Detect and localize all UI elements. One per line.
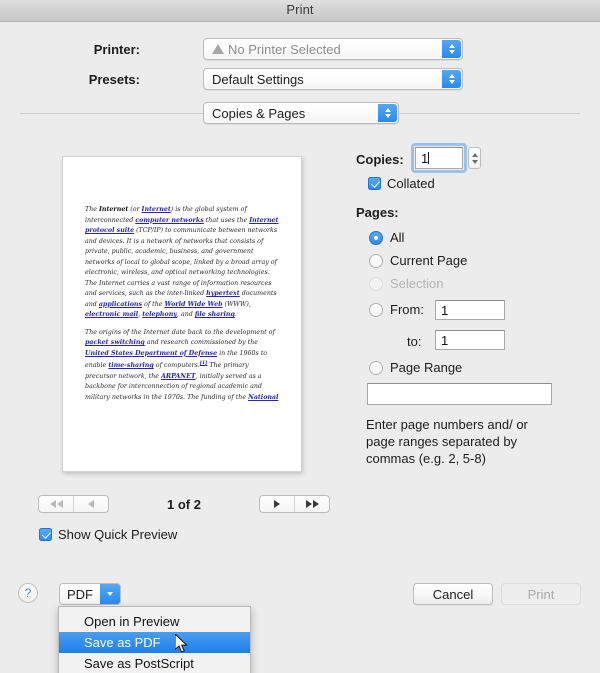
- presets-popup[interactable]: Default Settings: [203, 68, 463, 90]
- titlebar: Print: [0, 0, 600, 22]
- presets-value: Default Settings: [212, 71, 304, 87]
- presets-label: Presets:: [88, 72, 140, 87]
- pdf-dropdown-menu[interactable]: Open in Preview Save as PDF Save as Post…: [58, 606, 251, 673]
- radio-from-label: From:: [390, 302, 424, 317]
- copies-input[interactable]: 1: [415, 147, 463, 169]
- text-caret: [428, 152, 430, 164]
- cancel-button-label: Cancel: [432, 586, 474, 602]
- pdf-menu-button[interactable]: PDF: [59, 583, 121, 605]
- radio-current-page[interactable]: [369, 254, 383, 268]
- pane-popup-copies-and-pages[interactable]: Copies & Pages: [203, 102, 399, 124]
- help-button[interactable]: ?: [18, 583, 38, 603]
- double-arrow-right-icon: [305, 500, 319, 508]
- last-page-button[interactable]: [294, 496, 329, 512]
- radio-current-page-label: Current Page: [390, 253, 468, 268]
- to-label: to:: [407, 334, 422, 349]
- arrow-right-icon: [274, 500, 280, 508]
- print-button-label: Print: [527, 586, 555, 602]
- to-input[interactable]: 1: [435, 330, 505, 350]
- preview-nav-forward-group[interactable]: [259, 495, 330, 513]
- preview-document-text: The Internet (or Internet) is the global…: [85, 205, 281, 410]
- menu-item-save-as-pdf-label: Save as PDF: [84, 635, 161, 650]
- print-preview-page: The Internet (or Internet) is the global…: [62, 156, 302, 472]
- window-title: Print: [286, 2, 314, 17]
- printer-popup-arrows-icon[interactable]: [442, 40, 461, 58]
- printer-value: No Printer Selected: [228, 41, 341, 57]
- radio-pages-all[interactable]: [369, 231, 383, 245]
- menu-item-save-as-pdf[interactable]: Save as PDF: [59, 632, 250, 653]
- copies-stepper[interactable]: [468, 147, 481, 169]
- radio-selection: [369, 277, 383, 291]
- printer-label: Printer:: [93, 42, 140, 57]
- preview-paragraph-2: The origins of the Internet date back to…: [85, 328, 279, 401]
- pane-value: Copies & Pages: [212, 105, 306, 121]
- double-arrow-left-icon: [49, 500, 63, 508]
- pane-popup-arrows-icon[interactable]: [378, 104, 397, 122]
- previous-page-button[interactable]: [73, 496, 108, 512]
- radio-selection-label: Selection: [390, 276, 444, 291]
- next-page-button[interactable]: [260, 496, 294, 512]
- copies-value: 1: [421, 150, 429, 166]
- menu-item-save-as-postscript-label: Save as PostScript: [84, 656, 194, 671]
- page-range-input[interactable]: [367, 383, 552, 405]
- menu-item-open-in-preview-label: Open in Preview: [84, 614, 180, 629]
- question-mark-icon: ?: [24, 586, 32, 600]
- from-value: 1: [441, 302, 449, 318]
- page-range-help-text: Enter page numbers and/ or page ranges s…: [366, 417, 528, 466]
- radio-page-range-label: Page Range: [390, 360, 463, 375]
- menu-item-save-as-postscript[interactable]: Save as PostScript: [59, 653, 250, 673]
- cancel-button[interactable]: Cancel: [413, 583, 493, 605]
- pages-label: Pages:: [356, 205, 399, 220]
- first-page-button[interactable]: [39, 496, 73, 512]
- collated-checkbox[interactable]: [368, 177, 381, 190]
- show-quick-preview-label: Show Quick Preview: [58, 527, 178, 542]
- arrow-left-icon: [88, 500, 94, 508]
- print-button: Print: [501, 583, 581, 605]
- copies-label: Copies:: [356, 152, 404, 167]
- print-dialog-window: Print Printer: No Printer Selected Prese…: [0, 0, 600, 673]
- warning-triangle-icon: [212, 44, 224, 54]
- to-value: 1: [441, 332, 449, 348]
- radio-page-range[interactable]: [369, 361, 383, 375]
- show-quick-preview-checkbox[interactable]: [39, 528, 52, 541]
- radio-pages-all-label: All: [390, 230, 405, 245]
- page-indicator: 1 of 2: [167, 497, 201, 512]
- menu-item-open-in-preview[interactable]: Open in Preview: [59, 611, 250, 632]
- presets-popup-arrows-icon[interactable]: [442, 70, 461, 88]
- chevron-down-icon[interactable]: [100, 584, 120, 604]
- collated-label: Collated: [387, 176, 435, 191]
- preview-paragraph-1: The Internet (or Internet) is the global…: [85, 206, 279, 318]
- from-input[interactable]: 1: [435, 300, 505, 320]
- radio-from-range[interactable]: [369, 303, 383, 317]
- preview-nav-back-group[interactable]: [38, 495, 109, 513]
- printer-popup[interactable]: No Printer Selected: [203, 38, 463, 60]
- pdf-button-label: PDF: [67, 586, 93, 602]
